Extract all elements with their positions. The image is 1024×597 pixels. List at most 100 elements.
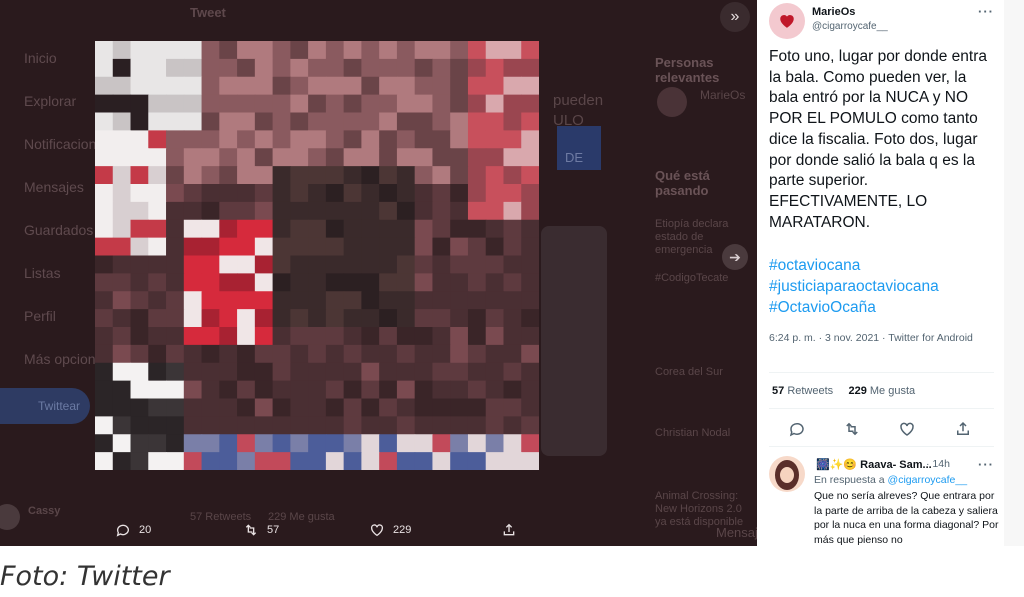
hashtag-link[interactable]: #justiciaparaoctaviocana — [769, 278, 939, 296]
pixel-block — [343, 327, 362, 346]
pixel-block — [112, 273, 132, 292]
pixel-block — [272, 380, 291, 400]
pixel-block — [503, 184, 522, 203]
media-like-action[interactable]: 229 — [369, 522, 411, 538]
pixel-block — [361, 273, 380, 292]
pixel-block — [450, 148, 469, 167]
pixel-block — [503, 344, 522, 364]
pixel-block — [343, 130, 362, 149]
pixel-block — [450, 166, 469, 185]
media-share-action[interactable] — [501, 522, 517, 538]
pixel-block — [237, 291, 256, 310]
pixel-block — [308, 327, 327, 346]
like-icon[interactable] — [898, 420, 916, 438]
pixel-block — [343, 166, 362, 185]
pixel-block — [148, 273, 167, 292]
pixel-block — [183, 380, 203, 400]
bg-trend-4: Christian Nodal — [655, 427, 731, 439]
reply-icon[interactable] — [788, 420, 806, 438]
pixel-block — [112, 112, 132, 131]
pixel-block — [112, 255, 132, 274]
pixel-block — [130, 184, 149, 203]
pixel-block — [503, 130, 522, 149]
pixel-block — [485, 452, 505, 470]
reply-author-name[interactable]: 🎆✨😊 Raava- Sam... — [816, 458, 932, 471]
reply-avatar[interactable] — [769, 456, 805, 492]
pixel-block — [325, 166, 345, 185]
retweet-icon[interactable] — [843, 420, 861, 438]
pixel-block — [112, 237, 132, 257]
pixel-block — [503, 76, 522, 96]
pixel-block — [432, 380, 451, 400]
divider — [769, 372, 994, 373]
pixel-block — [467, 344, 487, 364]
pixel-block — [432, 184, 451, 203]
pixel-block — [396, 148, 416, 167]
media-reply-action[interactable]: 20 — [115, 522, 151, 538]
arrow-right-icon[interactable]: ➔ — [722, 244, 748, 270]
expand-icon[interactable]: » — [720, 2, 750, 32]
pixel-block — [237, 380, 256, 400]
pixel-block — [201, 130, 220, 149]
pixel-block — [95, 255, 114, 274]
share-icon[interactable] — [954, 420, 972, 438]
pixel-block — [485, 148, 505, 167]
more-icon[interactable]: ··· — [978, 457, 994, 472]
pixelated-image[interactable] — [95, 41, 539, 470]
pixel-block — [237, 237, 256, 257]
author-handle[interactable]: @cigarroycafe__ — [812, 21, 888, 32]
reply-time[interactable]: · 14h — [926, 458, 950, 470]
pixel-block — [503, 166, 522, 185]
media-retweet-action[interactable]: 57 — [243, 522, 279, 538]
pixel-block — [414, 76, 434, 96]
pixel-block — [414, 452, 434, 470]
pixel-block — [361, 452, 380, 470]
more-icon[interactable]: ··· — [978, 4, 994, 19]
pixel-block — [237, 184, 256, 203]
pixel-block — [379, 112, 398, 131]
pixel-block — [237, 112, 256, 131]
pixel-block — [503, 327, 522, 346]
pixel-block — [308, 309, 327, 328]
author-avatar[interactable] — [769, 3, 805, 39]
pixel-block — [450, 362, 469, 382]
pixel-block — [148, 58, 167, 78]
pixel-block — [166, 380, 185, 400]
pixel-block — [254, 434, 274, 453]
pixel-block — [432, 398, 451, 417]
pixel-block — [166, 237, 185, 257]
tweet-timestamp[interactable]: 6:24 p. m. · 3 nov. 2021 · Twitter for A… — [769, 331, 994, 346]
pixel-block — [148, 148, 167, 167]
hashtag-link[interactable]: #OctavioOcaña — [769, 299, 876, 317]
pixel-block — [290, 41, 309, 60]
pixel-block — [112, 380, 132, 400]
pixel-block — [325, 219, 345, 239]
pixel-block — [166, 362, 185, 382]
pixel-block — [450, 94, 469, 114]
pixel-block — [396, 237, 416, 257]
pixel-block — [308, 398, 327, 417]
pixel-block — [166, 327, 185, 346]
pixel-block — [450, 130, 469, 149]
reply-context-prefix: En respuesta a — [814, 474, 888, 486]
pixel-block — [201, 309, 220, 328]
hashtag-link[interactable]: #octaviocana — [769, 257, 860, 275]
like-stat[interactable]: 229 Me gusta — [848, 385, 915, 397]
pixel-block — [521, 362, 539, 382]
pixel-block — [379, 434, 398, 453]
author-name[interactable]: MarieOs — [812, 6, 855, 18]
pixel-block — [112, 398, 132, 417]
retweet-stat[interactable]: 57 Retweets — [772, 385, 833, 397]
pixel-block — [503, 94, 522, 114]
pixel-block — [467, 362, 487, 382]
pixel-block — [379, 452, 398, 470]
pixel-block — [237, 255, 256, 274]
pixel-block — [503, 398, 522, 417]
pixel-block — [130, 237, 149, 257]
pixel-block — [414, 58, 434, 78]
pixel-block — [166, 291, 185, 310]
pixel-block — [396, 130, 416, 149]
pixel-block — [343, 41, 362, 60]
pixel-block — [201, 184, 220, 203]
reply-context-handle[interactable]: @cigarroycafe__ — [888, 474, 968, 486]
